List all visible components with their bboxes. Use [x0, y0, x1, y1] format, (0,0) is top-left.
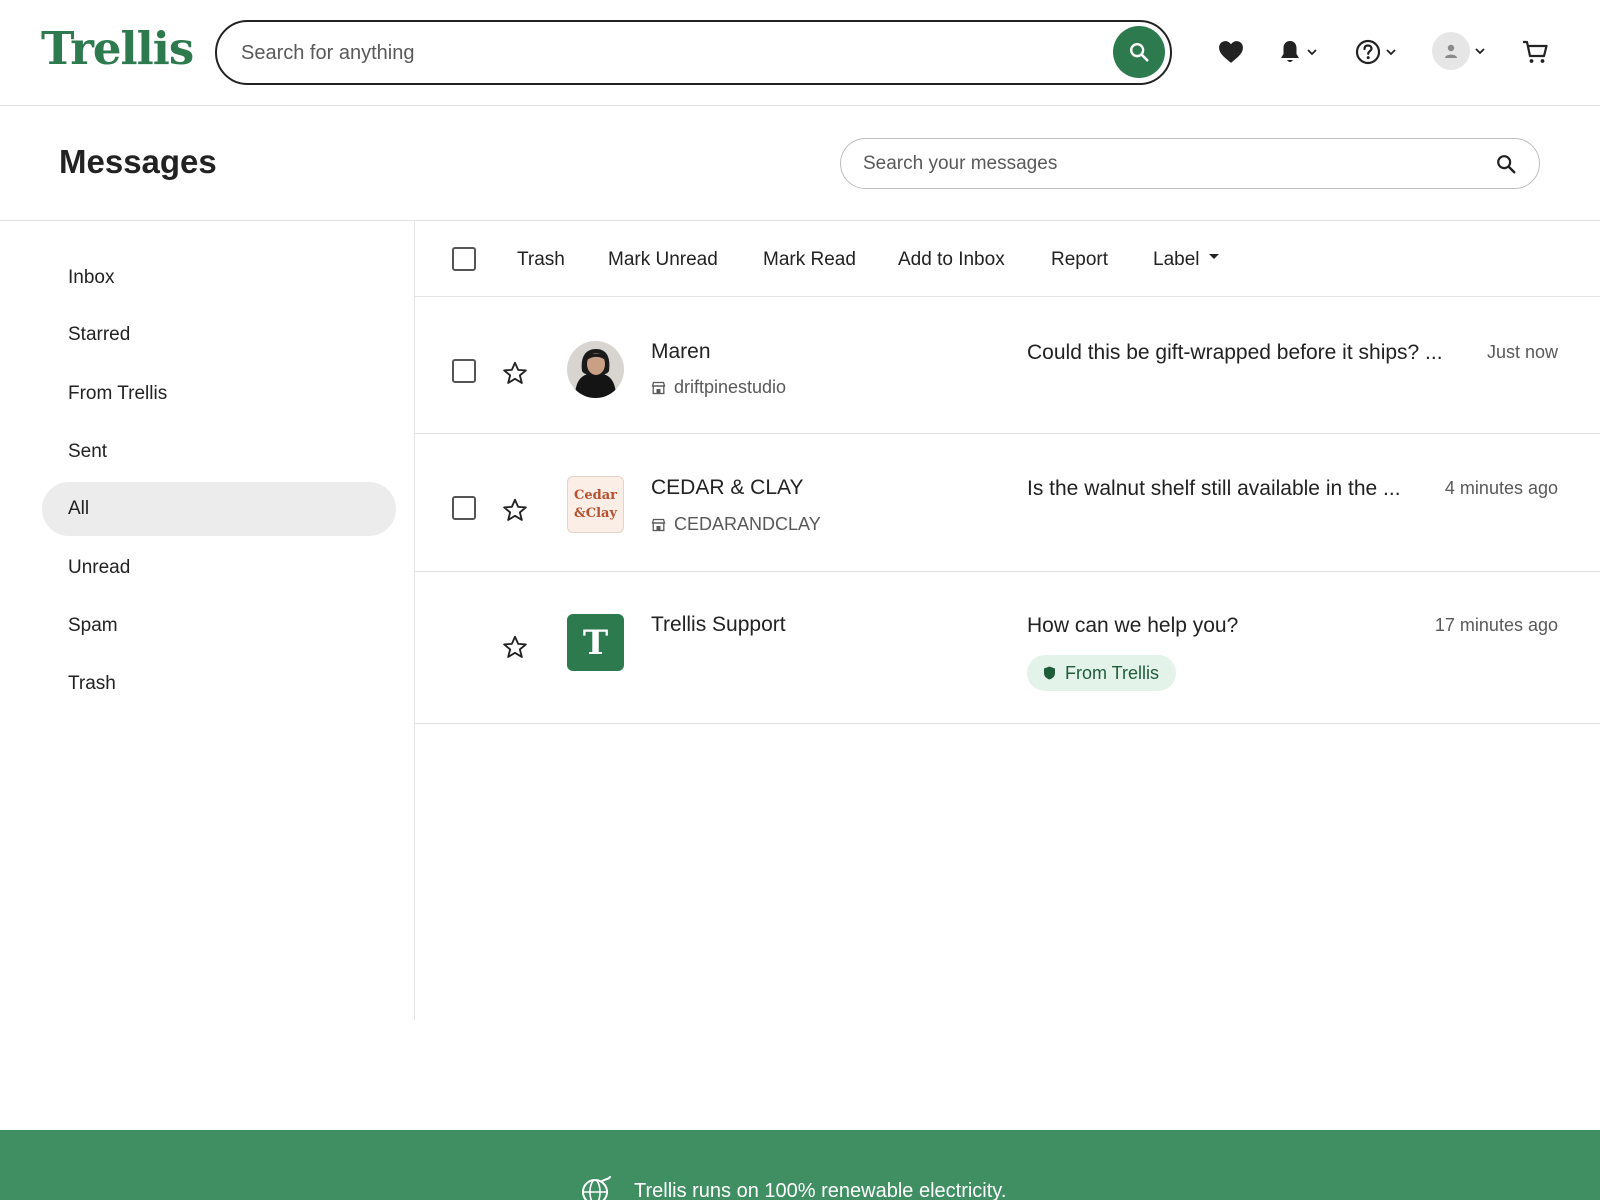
sender-avatar [567, 341, 624, 398]
sender-name: Maren [651, 340, 711, 363]
chevron-down-icon [1307, 49, 1317, 56]
add-to-inbox-button[interactable]: Add to Inbox [898, 249, 1005, 271]
cart-button[interactable] [1521, 34, 1549, 70]
message-time: 4 minutes ago [1444, 478, 1558, 498]
sender-shop: CEDARANDCLAY [651, 514, 821, 535]
star-icon[interactable] [502, 497, 528, 523]
search-icon [1130, 43, 1149, 62]
sender-name: Trellis Support [651, 613, 786, 636]
shop-logo-avatar: Cedar &Clay [567, 476, 624, 533]
messages-search-input[interactable] [863, 149, 1463, 179]
sidebar-item-starred[interactable]: Starred [42, 308, 396, 362]
message-checkbox[interactable] [452, 496, 476, 520]
mark-unread-button[interactable]: Mark Unread [608, 249, 718, 271]
shop-name: CEDARANDCLAY [674, 514, 821, 534]
notifications-button[interactable] [1278, 34, 1318, 70]
from-trellis-badge: From Trellis [1027, 655, 1176, 691]
star-icon[interactable] [502, 360, 528, 386]
messages-search-button[interactable] [1495, 153, 1517, 180]
bell-icon [1281, 41, 1299, 62]
favorites-button[interactable] [1218, 34, 1244, 70]
help-button[interactable] [1355, 34, 1397, 70]
sidebar-item-spam[interactable]: Spam [42, 599, 396, 653]
footer-banner: Trellis runs on 100% renewable electrici… [0, 1130, 1600, 1200]
global-search-button[interactable] [1113, 26, 1165, 78]
message-row[interactable]: T Trellis Support How can we help you? F… [415, 572, 1600, 724]
sidebar-item-unread[interactable]: Unread [42, 541, 396, 595]
message-checkbox[interactable] [452, 359, 476, 383]
trash-button[interactable]: Trash [517, 249, 565, 271]
globe-icon [582, 1176, 611, 1200]
chevron-down-icon [1475, 48, 1485, 55]
sidebar-item-inbox[interactable]: Inbox [42, 251, 396, 305]
help-icon [1355, 39, 1381, 65]
account-button[interactable] [1432, 32, 1486, 70]
shop-name: driftpinestudio [674, 377, 787, 397]
global-search-input[interactable] [241, 36, 1061, 70]
message-snippet: Could this be gift-wrapped before it shi… [1027, 341, 1443, 364]
select-all-checkbox[interactable] [452, 247, 476, 271]
message-time: Just now [1486, 342, 1558, 362]
folder-sidebar: Inbox Starred From Trellis Sent All Unre… [0, 221, 415, 1020]
heart-icon [1219, 41, 1243, 63]
caret-down-icon [1208, 254, 1219, 260]
sender-shop: driftpinestudio [651, 377, 786, 398]
chevron-down-icon [1386, 49, 1396, 56]
search-icon [1497, 155, 1516, 174]
trellis-support-avatar: T [567, 614, 624, 671]
mark-read-button[interactable]: Mark Read [763, 249, 856, 271]
cart-icon [1523, 40, 1548, 63]
sender-name: CEDAR & CLAY [651, 476, 804, 499]
shop-logo-text: Cedar [574, 487, 617, 503]
star-icon[interactable] [502, 634, 528, 660]
page-title: Messages [59, 143, 217, 180]
shop-icon [651, 518, 666, 531]
global-search-bar [215, 20, 1172, 85]
shield-icon [1044, 666, 1055, 680]
sidebar-item-from-trellis[interactable]: From Trellis [42, 367, 396, 421]
badge-label: From Trellis [1065, 662, 1159, 683]
account-icon [1445, 44, 1457, 58]
account-avatar [1432, 32, 1470, 70]
report-button[interactable]: Report [1051, 249, 1108, 271]
shop-logo-text: &Clay [574, 505, 617, 521]
message-snippet: How can we help you? [1027, 614, 1239, 637]
message-snippet: Is the walnut shelf still available in t… [1027, 477, 1401, 500]
message-row[interactable]: Maren driftpinestudio Could this be gift… [415, 297, 1600, 434]
message-time: 17 minutes ago [1434, 615, 1558, 635]
footer-message: Trellis runs on 100% renewable electrici… [580, 1176, 1006, 1200]
sidebar-item-sent[interactable]: Sent [42, 425, 396, 479]
top-header: Trellis [0, 0, 1600, 106]
label-dropdown[interactable]: Label [1153, 249, 1219, 271]
footer-text: Trellis runs on 100% renewable electrici… [634, 1179, 1007, 1200]
trellis-logo[interactable]: Trellis [41, 22, 194, 75]
message-row[interactable]: Cedar &Clay CEDAR & CLAY CEDARANDCLAY Is… [415, 434, 1600, 572]
messages-search-bar [840, 138, 1540, 189]
message-toolbar: Trash Mark Unread Mark Read Add to Inbox… [415, 221, 1600, 297]
shop-icon [651, 381, 666, 394]
sidebar-item-all[interactable]: All [42, 482, 396, 536]
label-dropdown-text: Label [1153, 249, 1200, 270]
sidebar-item-trash[interactable]: Trash [42, 657, 396, 711]
